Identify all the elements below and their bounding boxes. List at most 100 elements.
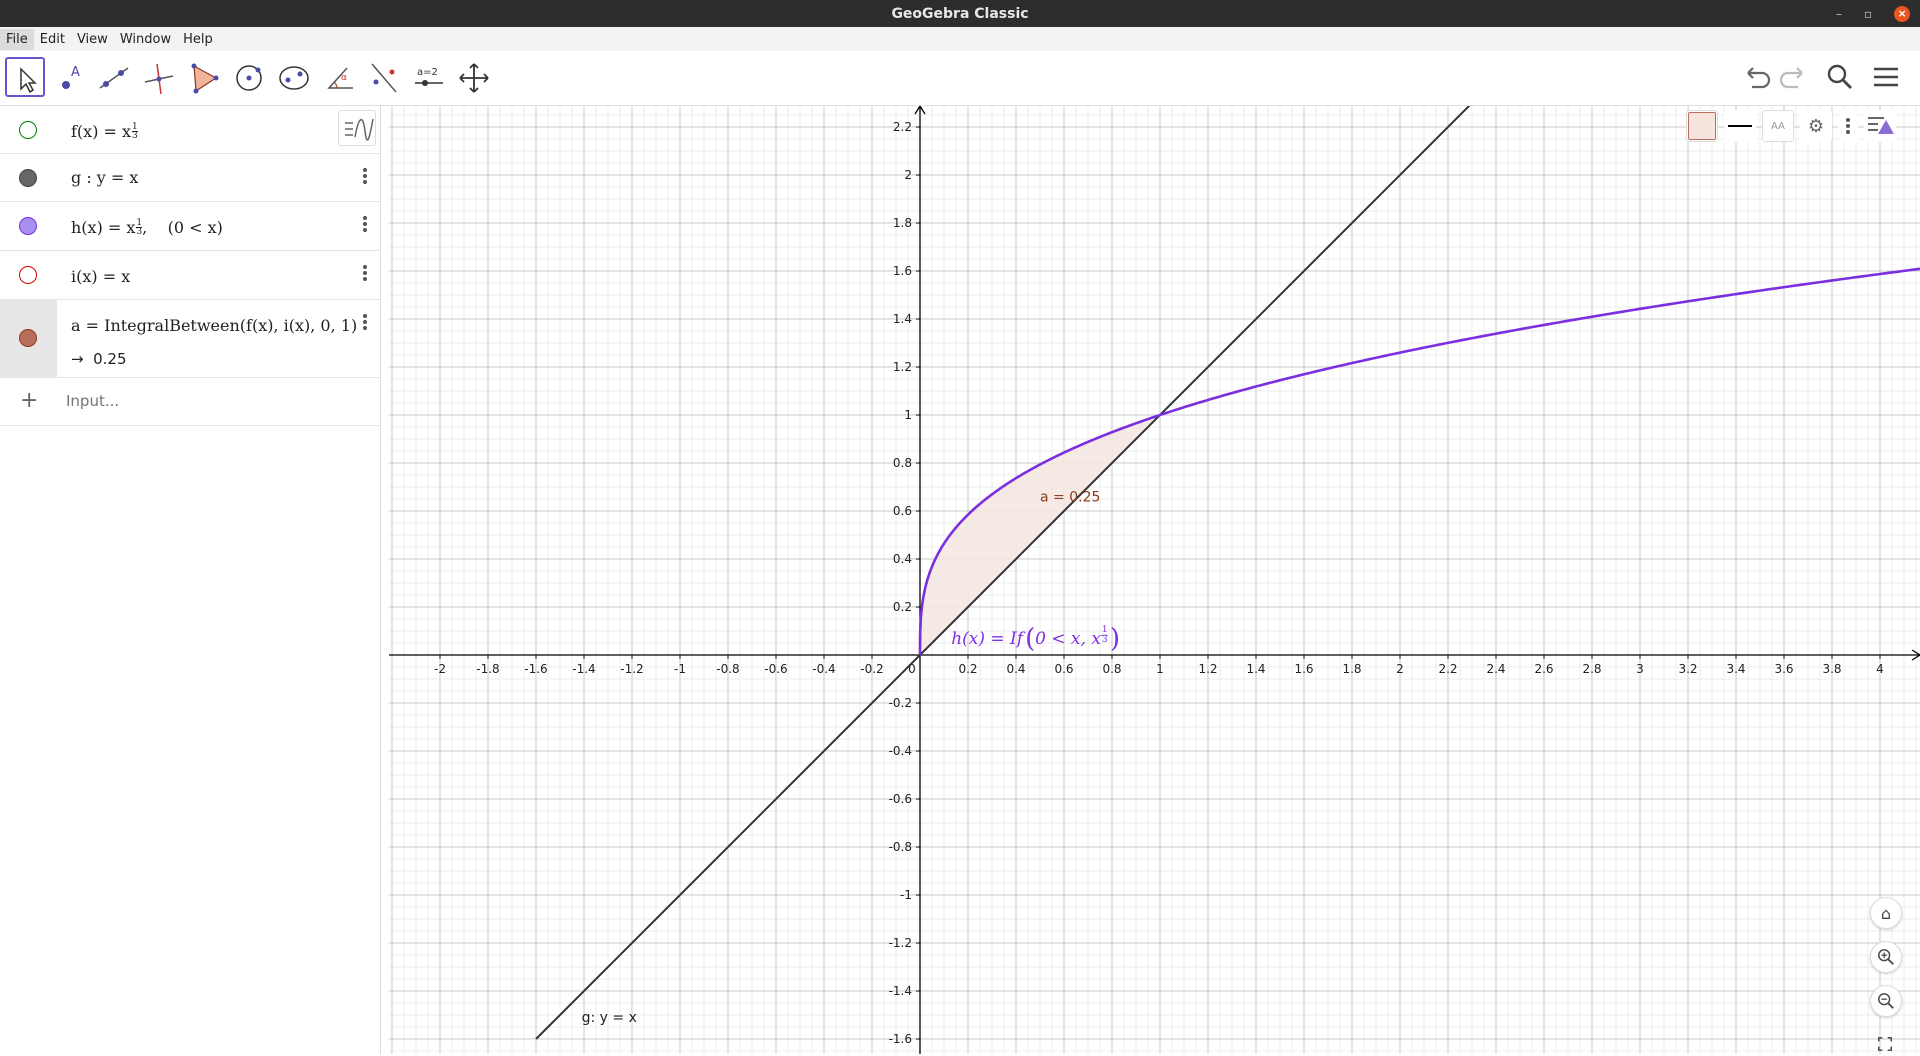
fullscreen-button[interactable] (1876, 1036, 1894, 1052)
algebra-result-a: → 0.25 (71, 350, 127, 368)
slider-tool-button[interactable]: a=2 (408, 57, 448, 97)
exponent-denominator: 3 (132, 131, 138, 141)
search-button[interactable] (1822, 59, 1858, 95)
y-tick-label: 1.6 (893, 264, 912, 278)
reflect-icon (371, 63, 397, 93)
zoom-out-icon (1878, 993, 1894, 1009)
x-tick-label: 1.8 (1342, 662, 1361, 676)
menu-view[interactable]: View (71, 29, 114, 50)
algebra-row-h[interactable]: h(x) = x13, (0 < x) (0, 202, 380, 251)
graphics-settings-button[interactable]: ⚙ (1800, 110, 1832, 142)
perpendicular-tool-button[interactable] (138, 57, 178, 97)
row-menu-button[interactable] (362, 166, 368, 186)
algebra-row-f[interactable]: f(x) = x13 (0, 106, 380, 154)
close-icon[interactable]: × (1894, 5, 1911, 22)
y-tick-label: 0.2 (893, 600, 912, 614)
toggle-style-bar-button[interactable] (1864, 110, 1896, 142)
visibility-toggle-a[interactable] (0, 300, 57, 377)
algebra-expression-g: g : y = x (71, 168, 139, 187)
graphics-view[interactable]: -2 -1.8 -1.6 -1.4 -1.2 -1 -0.8 -0.6 -0.4 -0.2 0 0.2… (389, 106, 1920, 1054)
x-tick-label: -1.4 (572, 662, 595, 676)
reflect-tool-button[interactable] (363, 57, 403, 97)
search-icon (1827, 64, 1852, 89)
move-graphics-tool-button[interactable] (453, 57, 493, 97)
fill-color-button[interactable] (1686, 110, 1718, 142)
visibility-toggle-f[interactable] (0, 106, 57, 153)
menu-window[interactable]: Window (114, 29, 177, 50)
visibility-toggle-i[interactable] (0, 251, 57, 299)
main-menu-button[interactable] (1868, 59, 1904, 95)
marble-icon (19, 121, 37, 139)
exponent-fraction: 13 (132, 123, 138, 141)
home-icon: ⌂ (1880, 903, 1892, 923)
menu-file[interactable]: File (0, 28, 34, 50)
more-options-button[interactable] (1838, 110, 1858, 142)
visibility-toggle-h[interactable] (0, 202, 57, 250)
undo-button[interactable] (1738, 59, 1774, 95)
algebra-input-row[interactable]: + (0, 378, 380, 426)
graphics-style-bar: AA ⚙ (1686, 110, 1896, 142)
graphics-canvas[interactable]: -2 -1.8 -1.6 -1.4 -1.2 -1 -0.8 -0.6 -0.4 -0.2 0 0.2… (389, 106, 1920, 1054)
algebra-row-a[interactable]: a = IntegralBetween(f(x), i(x), 0, 1) → … (0, 300, 380, 378)
y-tick-label: 1.8 (893, 216, 912, 230)
y-tick-label: -0.6 (889, 792, 912, 806)
x-tick-label: 3.4 (1726, 662, 1745, 676)
circle-tool-button[interactable] (228, 57, 268, 97)
style-bar-toggle-icon (1868, 117, 1894, 134)
line-style-button[interactable] (1724, 110, 1756, 142)
y-tick-label: -0.8 (889, 840, 912, 854)
x-tick-label: -0.6 (764, 662, 787, 676)
ellipse-tool-button[interactable] (273, 57, 313, 97)
y-tick-label: 0.6 (893, 504, 912, 518)
menu-help[interactable]: Help (177, 29, 219, 50)
add-item-button[interactable]: + (0, 378, 57, 425)
algebra-row-g[interactable]: g : y = x (0, 154, 380, 202)
y-tick-label: -0.4 (889, 744, 912, 758)
row-menu-button[interactable] (362, 312, 368, 332)
undo-icon (1747, 67, 1771, 89)
h-exponent-denominator: 3 (1102, 635, 1108, 645)
algebra-expression-f: f(x) = x13 (71, 122, 138, 141)
maximize-icon[interactable]: ▫ (1864, 7, 1872, 21)
algebra-expression-a: a = IntegralBetween(f(x), i(x), 0, 1) (71, 316, 358, 335)
angle-tool-button[interactable]: α (318, 57, 358, 97)
visibility-toggle-g[interactable] (0, 154, 57, 201)
row-menu-button[interactable] (362, 263, 368, 283)
perpendicular-line-icon (144, 63, 174, 95)
row-menu-button[interactable] (362, 214, 368, 234)
y-tick-label: 1.2 (893, 360, 912, 374)
algebra-expression-i: i(x) = x (71, 267, 131, 286)
y-tick-label: 2.2 (893, 120, 912, 134)
move-tool-button[interactable] (5, 57, 45, 97)
algebra-input[interactable] (66, 388, 366, 414)
y-tick-label: 2 (904, 168, 912, 182)
x-tick-label: 1 (1156, 662, 1164, 676)
point-tool-button[interactable]: A (50, 57, 90, 97)
standard-view-button[interactable]: ⌂ (1870, 897, 1902, 929)
x-tick-label: -0.2 (860, 662, 883, 676)
curve-h-args: 0 < x, x (1035, 629, 1101, 649)
line-tool-button[interactable] (93, 57, 133, 97)
text-style-button[interactable]: AA (1762, 110, 1794, 142)
menu-edit[interactable]: Edit (34, 29, 71, 50)
expression-text: f(x) = x (71, 122, 132, 141)
zoom-out-button[interactable] (1870, 985, 1902, 1017)
h-exponent-numerator: 1 (1102, 625, 1108, 635)
line-g-label: g: y = x (582, 1010, 637, 1026)
y-tick-label: -0.2 (889, 696, 912, 710)
x-tick-label: 0.6 (1054, 662, 1073, 676)
zoom-in-icon (1878, 949, 1894, 965)
zoom-in-button[interactable] (1870, 941, 1902, 973)
marble-icon (19, 169, 37, 187)
x-tick-label: -1.8 (476, 662, 499, 676)
line-style-icon (1728, 125, 1752, 127)
x-tick-label: 0.4 (1006, 662, 1025, 676)
minimize-icon[interactable]: – (1836, 7, 1842, 21)
domain-condition: , (0 < x) (142, 218, 223, 237)
redo-button[interactable] (1776, 59, 1812, 95)
y-tick-label: -1 (900, 888, 912, 902)
polygon-tool-button[interactable] (183, 57, 223, 97)
algebra-row-i[interactable]: i(x) = x (0, 251, 380, 300)
kebab-icon (1846, 118, 1850, 134)
x-tick-label: 1.6 (1294, 662, 1313, 676)
